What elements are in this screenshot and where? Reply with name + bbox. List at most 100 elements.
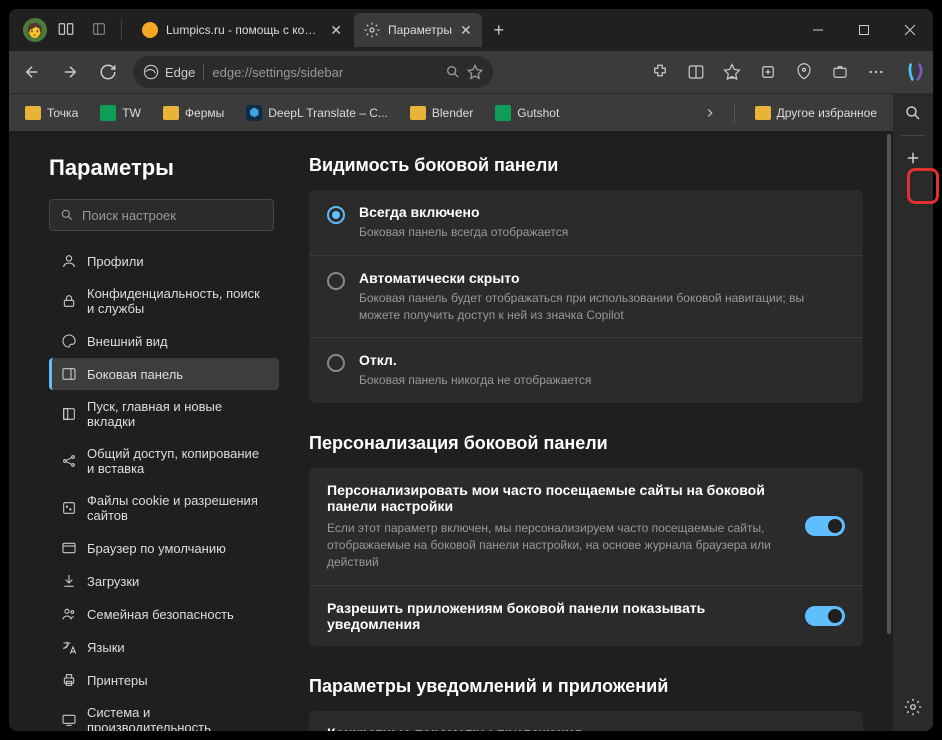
sidebar-icon [61, 366, 77, 382]
radio-off[interactable]: Откл. Боковая панель никогда не отобража… [309, 337, 863, 403]
sheets-icon [495, 105, 511, 121]
collections-icon[interactable] [751, 56, 785, 88]
chevron-right-icon[interactable] [698, 97, 722, 129]
radio-auto-hide[interactable]: Автоматически скрыто Боковая панель буде… [309, 255, 863, 338]
profile-avatar[interactable]: 🧑 [23, 18, 47, 42]
bookmark-tochka[interactable]: Точка [17, 102, 86, 124]
nav-sidebar[interactable]: Боковая панель [49, 358, 279, 390]
tab-actions-icon[interactable] [91, 21, 109, 39]
section-personalization-title: Персонализация боковой панели [309, 433, 863, 454]
browser-icon [61, 540, 77, 556]
section-visibility-title: Видимость боковой панели [309, 155, 863, 176]
split-screen-icon[interactable] [679, 56, 713, 88]
new-tab-button[interactable]: + [484, 15, 514, 45]
close-icon[interactable]: ✕ [460, 22, 472, 39]
close-icon[interactable]: ✕ [330, 22, 342, 39]
search-icon [60, 208, 74, 222]
settings-sidebar: Параметры Поиск настроек Профили Конфиде… [9, 131, 309, 731]
close-window-button[interactable] [887, 9, 933, 51]
nav-share[interactable]: Общий доступ, копирование и вставка [49, 438, 279, 484]
page-title: Параметры [49, 155, 309, 181]
bookmarks-bar: Точка TW Фермы ⬢DeepL Translate – C... B… [9, 93, 893, 131]
family-icon [61, 606, 77, 622]
home-icon [61, 406, 77, 422]
radio-icon [327, 206, 345, 224]
tab-title: Lumpics.ru - помощь с компью... [166, 23, 322, 37]
app-settings-header: Конкретные параметры приложения Каждое п… [309, 711, 863, 731]
highlight-annotation [907, 168, 939, 204]
sheets-icon [100, 105, 116, 121]
appearance-icon [61, 333, 77, 349]
sidebar-settings-icon[interactable] [897, 691, 929, 723]
favorites-icon[interactable] [715, 56, 749, 88]
language-icon [61, 639, 77, 655]
browser-window: 🧑 Lumpics.ru - помощь с компью... ✕ Пара… [9, 9, 933, 731]
bookmark-tw[interactable]: TW [92, 101, 149, 125]
toggle-switch[interactable] [805, 606, 845, 626]
bookmark-gutshot[interactable]: Gutshot [487, 101, 567, 125]
radio-always-on[interactable]: Всегда включено Боковая панель всегда от… [309, 190, 863, 255]
nav-cookies[interactable]: Файлы cookie и разрешения сайтов [49, 485, 279, 531]
nav-family[interactable]: Семейная безопасность [49, 598, 279, 630]
workspaces-icon[interactable] [57, 20, 77, 40]
maximize-button[interactable] [841, 9, 887, 51]
nav-default-browser[interactable]: Браузер по умолчанию [49, 532, 279, 564]
radio-icon [327, 272, 345, 290]
settings-search-input[interactable]: Поиск настроек [49, 199, 274, 231]
browser-essentials-icon[interactable] [787, 56, 821, 88]
nav-downloads[interactable]: Загрузки [49, 565, 279, 597]
radio-icon [327, 354, 345, 372]
nav-system[interactable]: Система и производительность [49, 697, 279, 731]
folder-icon [755, 106, 771, 120]
star-icon[interactable] [467, 64, 483, 80]
extensions-icon[interactable] [643, 56, 677, 88]
folder-icon [25, 106, 41, 120]
cookie-icon [61, 500, 77, 516]
profile-icon [61, 253, 77, 269]
nav-printers[interactable]: Принтеры [49, 664, 279, 696]
address-bar[interactable]: Edge edge://settings/sidebar [133, 56, 493, 88]
tab-settings[interactable]: Параметры ✕ [354, 13, 482, 47]
address-brand: Edge [165, 65, 195, 80]
nav-languages[interactable]: Языки [49, 631, 279, 663]
more-icon[interactable] [859, 56, 893, 88]
folder-icon [410, 106, 426, 120]
toggle-switch[interactable] [805, 516, 845, 536]
folder-icon [163, 106, 179, 120]
tab-lumpics[interactable]: Lumpics.ru - помощь с компью... ✕ [132, 13, 352, 47]
toolbar: Edge edge://settings/sidebar [9, 51, 899, 93]
favicon-lumpics [142, 22, 158, 38]
minimize-button[interactable] [795, 9, 841, 51]
download-icon [61, 573, 77, 589]
bookmark-deepl[interactable]: ⬢DeepL Translate – C... [238, 101, 396, 125]
screenshot-icon[interactable] [823, 56, 857, 88]
edge-icon [143, 64, 159, 80]
bookmark-fermy[interactable]: Фермы [155, 102, 232, 124]
search-icon[interactable] [445, 64, 461, 80]
search-placeholder: Поиск настроек [82, 208, 176, 223]
nav-privacy[interactable]: Конфиденциальность, поиск и службы [49, 278, 279, 324]
sidebar-search-icon[interactable] [897, 97, 929, 129]
nav-start[interactable]: Пуск, главная и новые вкладки [49, 391, 279, 437]
nav-profiles[interactable]: Профили [49, 245, 279, 277]
share-icon [61, 453, 77, 469]
forward-button[interactable] [53, 56, 87, 88]
back-button[interactable] [15, 56, 49, 88]
toggle-notifications: Разрешить приложениям боковой панели пок… [309, 585, 863, 646]
personalization-card: Персонализировать мои часто посещаемые с… [309, 468, 863, 645]
tab-title: Параметры [388, 23, 452, 37]
bookmark-blender[interactable]: Blender [402, 102, 481, 124]
main-panel: Видимость боковой панели Всегда включено… [309, 131, 893, 731]
lock-icon [61, 293, 77, 309]
toggle-personalize: Персонализировать мои часто посещаемые с… [309, 468, 863, 584]
apps-card: Конкретные параметры приложения Каждое п… [309, 711, 863, 731]
scrollbar[interactable] [887, 134, 891, 634]
nav-appearance[interactable]: Внешний вид [49, 325, 279, 357]
address-url: edge://settings/sidebar [212, 65, 445, 80]
settings-content: Параметры Поиск настроек Профили Конфиде… [9, 131, 893, 731]
bookmark-other[interactable]: Другое избранное [747, 102, 885, 124]
copilot-button[interactable] [899, 51, 933, 93]
refresh-button[interactable] [91, 56, 125, 88]
window-controls [795, 9, 933, 51]
titlebar: 🧑 Lumpics.ru - помощь с компью... ✕ Пара… [9, 9, 933, 51]
